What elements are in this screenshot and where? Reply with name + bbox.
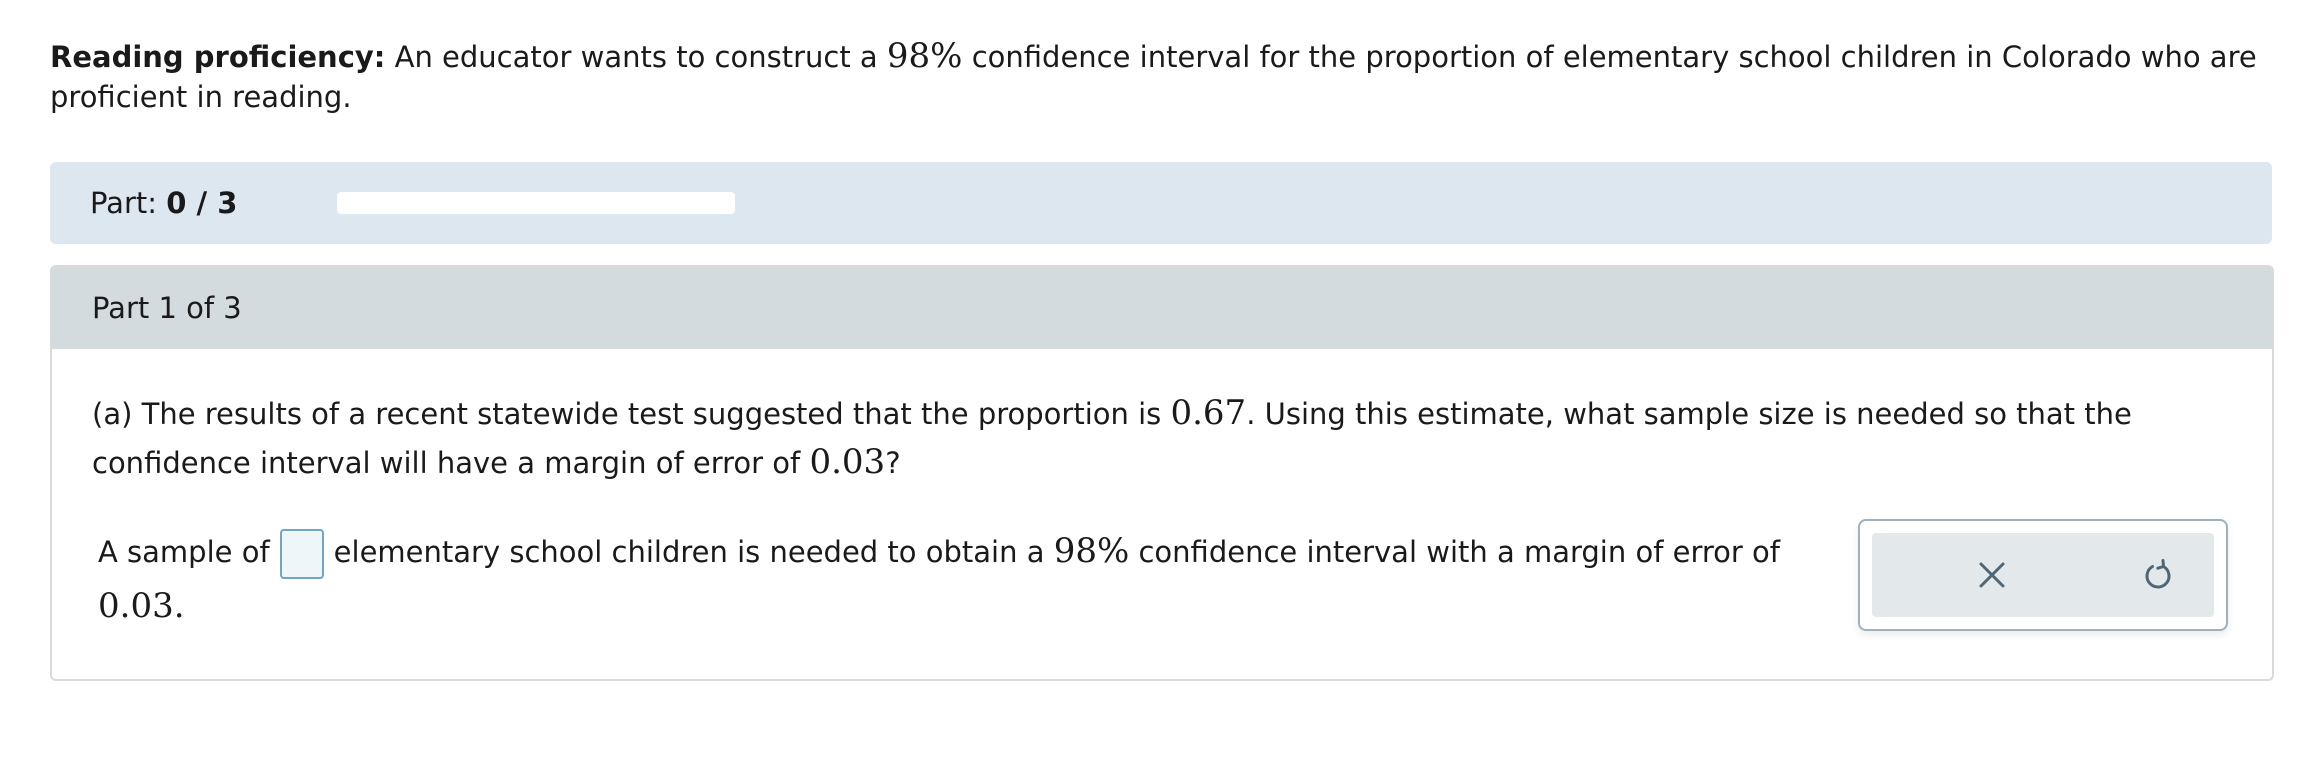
answer-text-2: elementary school children is needed to … xyxy=(333,535,1054,569)
sample-size-input[interactable] xyxy=(279,529,324,579)
question-text: (a) The results of a recent statewide te… xyxy=(92,389,2262,487)
answer-text-3: confidence interval with a margin of err… xyxy=(1129,535,1781,569)
answer-tools-panel xyxy=(1858,519,2228,631)
answer-sentence: A sample of elementary school children is… xyxy=(98,524,1838,634)
part-card: Part 1 of 3 (a) The results of a recent … xyxy=(50,265,2274,681)
answer-confidence-level: 98% xyxy=(1053,531,1130,571)
question-text-1: (a) The results of a recent statewide te… xyxy=(92,397,1171,431)
question-proportion: 0.67 xyxy=(1170,393,1247,433)
part-header-label: Part 1 of 3 xyxy=(92,291,242,325)
answer-tools-inner xyxy=(1872,533,2214,617)
answer-text-1: A sample of xyxy=(98,535,270,569)
intro-confidence-level: 98% xyxy=(886,36,963,76)
part-progress-bar: Part: 0 / 3 xyxy=(50,162,2272,244)
problem-title: Reading proficiency: xyxy=(50,40,386,74)
part-progress-label: Part: 0 / 3 xyxy=(90,162,237,244)
question-text-3: ? xyxy=(885,446,901,480)
part-card-header: Part 1 of 3 xyxy=(52,267,2272,349)
part-progress-prefix: Part: xyxy=(90,186,167,220)
answer-margin: 0.03 xyxy=(98,586,174,626)
question-margin: 0.03 xyxy=(809,442,886,482)
problem-intro: Reading proficiency: An educator wants t… xyxy=(50,36,2260,117)
undo-icon xyxy=(2145,559,2171,589)
progress-track xyxy=(337,192,735,214)
intro-text-1: An educator wants to construct a xyxy=(385,40,887,74)
undo-button[interactable] xyxy=(2098,533,2218,617)
clear-button[interactable] xyxy=(1932,533,2052,617)
answer-period: . xyxy=(173,586,185,626)
close-icon xyxy=(1979,562,2005,588)
part-progress-value: 0 / 3 xyxy=(166,186,238,220)
